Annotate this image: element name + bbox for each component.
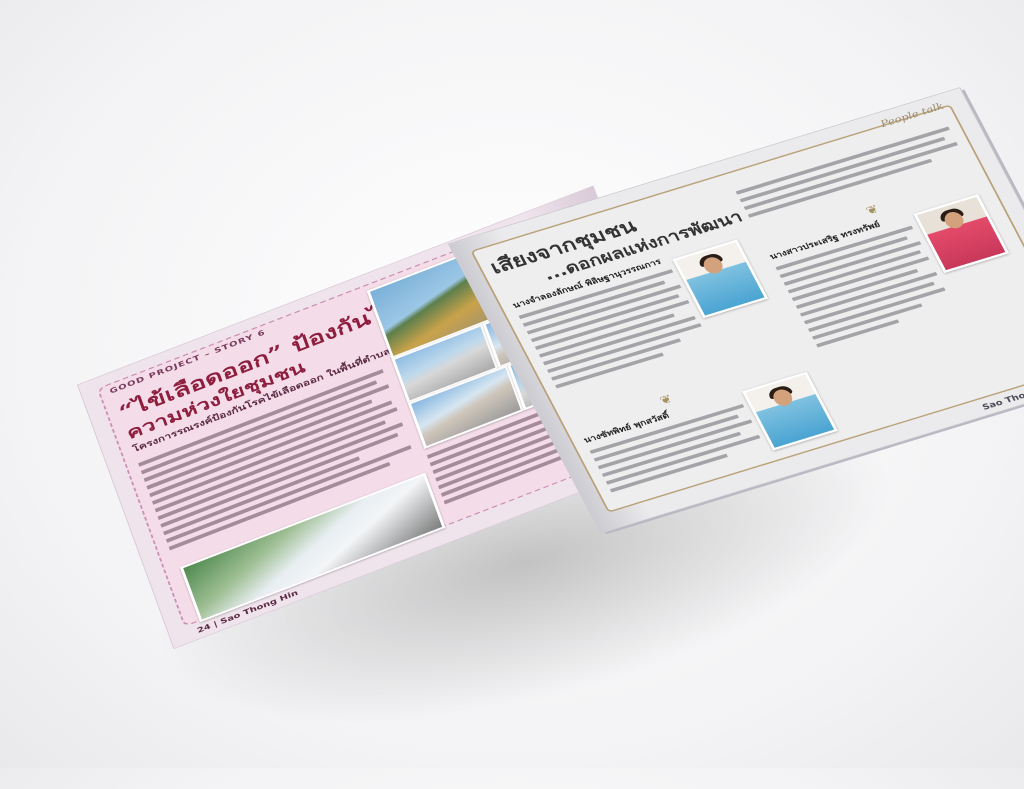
magazine-scene: GOOD PROJECT – STORY 6 “ไข้เลือดออก” ป้อ… [0, 0, 1024, 789]
